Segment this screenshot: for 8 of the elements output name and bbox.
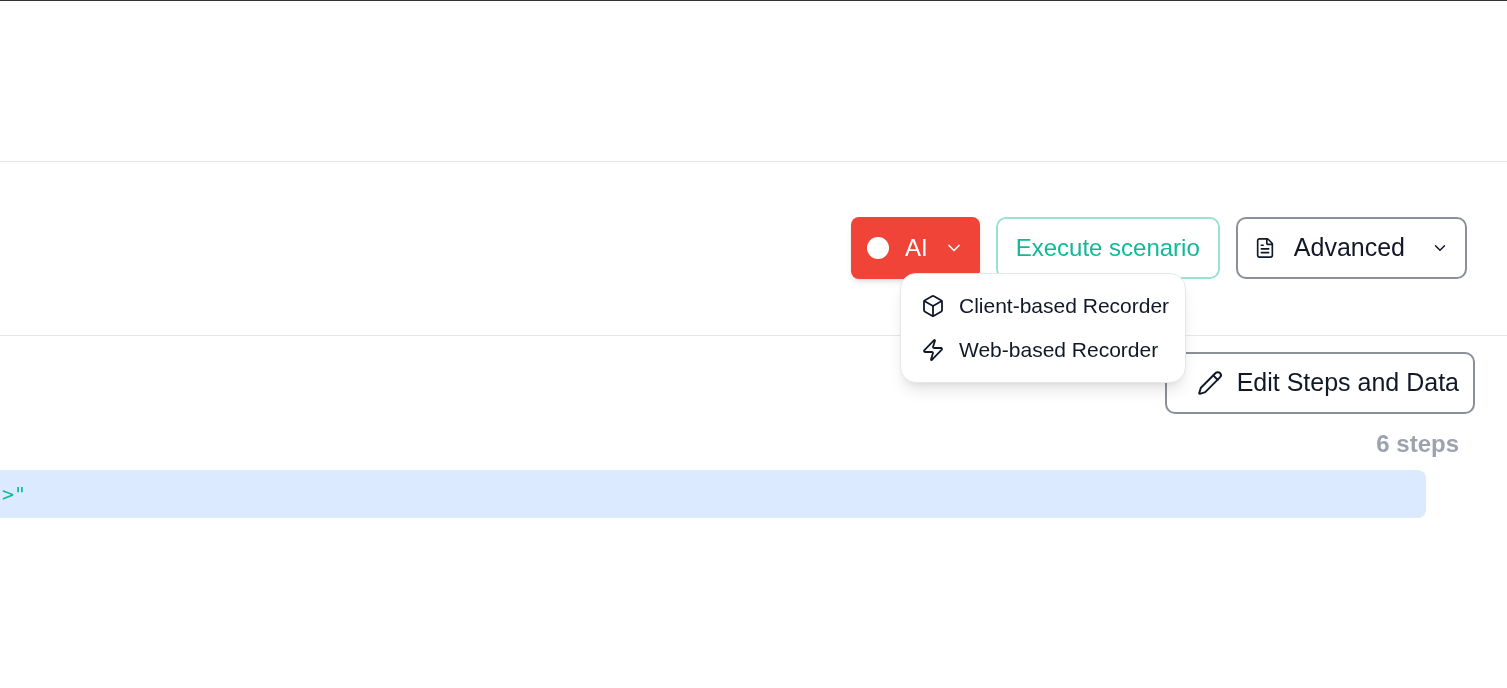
- record-button[interactable]: AI: [851, 217, 980, 279]
- menu-item[interactable]: Client-based Recorder: [901, 284, 1186, 328]
- step-text: >": [2, 481, 27, 508]
- pencil-icon: [1196, 370, 1223, 396]
- box-icon: [921, 294, 945, 318]
- lightning-icon: [921, 338, 945, 362]
- advanced-button[interactable]: Advanced: [1235, 217, 1467, 279]
- step-count: 6 steps: [1376, 429, 1459, 459]
